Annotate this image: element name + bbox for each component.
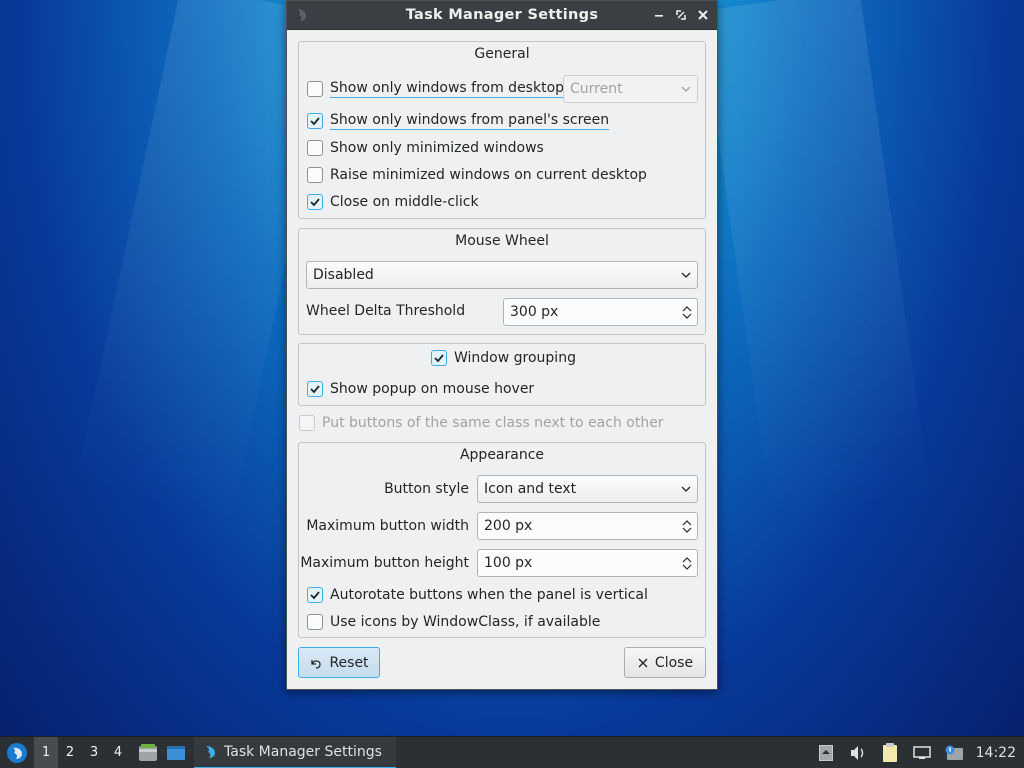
taskbar-task-label: Task Manager Settings	[224, 743, 382, 760]
mouse-wheel-group: Mouse Wheel Disabled Wheel Delta Thresho…	[298, 228, 706, 335]
show-only-minimized-checkbox[interactable]	[307, 140, 323, 156]
close-button[interactable]: Close	[624, 647, 706, 678]
show-desktop-icon	[167, 745, 185, 760]
desktop-switch-2[interactable]: 2	[58, 737, 82, 768]
autorotate-label: Autorotate buttons when the panel is ver…	[330, 587, 648, 603]
undo-icon	[311, 659, 322, 669]
autorotate-option[interactable]: Autorotate buttons when the panel is ver…	[307, 584, 648, 606]
lxqt-app-icon	[293, 7, 309, 23]
close-icon	[638, 658, 648, 667]
raise-minimized-label: Raise minimized windows on current deskt…	[330, 167, 647, 183]
window-grouping-checkbox[interactable]	[431, 350, 447, 366]
chevron-down-icon	[675, 262, 697, 288]
max-width-spinbox[interactable]: 200 px	[477, 512, 698, 540]
same-class-checkbox[interactable]	[299, 415, 315, 431]
main-menu-button[interactable]	[0, 737, 34, 768]
show-only-desktop-checkbox[interactable]	[307, 81, 323, 97]
clock[interactable]: 14:22	[970, 745, 1024, 761]
maximize-icon[interactable]	[673, 7, 689, 23]
autorotate-checkbox[interactable]	[307, 587, 323, 603]
raise-minimized-option[interactable]: Raise minimized windows on current deskt…	[307, 164, 647, 186]
taskbar-task-settings[interactable]: Task Manager Settings	[194, 736, 396, 768]
network-icon[interactable]	[906, 737, 938, 768]
close-button-label: Close	[654, 654, 694, 671]
max-height-spinbox[interactable]: 100 px	[477, 549, 698, 577]
general-group-title: General	[474, 46, 530, 62]
use-icons-checkbox[interactable]	[307, 614, 323, 630]
volume-icon[interactable]	[842, 737, 874, 768]
wheel-delta-threshold-spinbox[interactable]: 300 px	[503, 298, 698, 326]
desktop-switch-3[interactable]: 3	[82, 737, 106, 768]
appearance-group-title: Appearance	[459, 447, 545, 463]
show-only-panel-screen-label: Show only windows from panel's screen	[330, 112, 610, 130]
file-manager-launcher[interactable]	[134, 737, 162, 768]
lxqt-app-icon	[206, 745, 215, 758]
show-only-desktop-option[interactable]: Show only windows from desktop	[307, 78, 565, 100]
button-style-label: Button style	[384, 481, 469, 497]
mouse-wheel-select[interactable]: Disabled	[306, 261, 698, 289]
show-only-panel-screen-option[interactable]: Show only windows from panel's screen	[307, 110, 610, 132]
desktop-switch-1[interactable]: 1	[34, 736, 58, 768]
close-icon[interactable]	[695, 7, 711, 23]
spin-arrows-icon[interactable]	[677, 513, 697, 539]
spin-arrows-icon[interactable]	[677, 299, 697, 325]
file-manager-icon	[139, 743, 157, 761]
max-height-value: 100 px	[484, 555, 533, 571]
show-popup-checkbox[interactable]	[307, 381, 323, 397]
window-grouping-option[interactable]: Window grouping	[431, 347, 576, 369]
max-width-label: Maximum button width	[306, 518, 469, 534]
notification-icon[interactable]	[938, 737, 970, 768]
taskbar: 1 2 3 4 Task Manager Settings 14:22	[0, 736, 1024, 768]
spin-arrows-icon[interactable]	[677, 550, 697, 576]
window-grouping-group: Window grouping Show popup on mouse hove…	[298, 343, 706, 406]
close-middle-click-checkbox[interactable]	[307, 194, 323, 210]
task-manager-settings-window: Task Manager Settings General Show only …	[286, 0, 718, 690]
desktop-switch-4[interactable]: 4	[106, 737, 130, 768]
mouse-wheel-select-value: Disabled	[313, 267, 374, 283]
use-icons-option[interactable]: Use icons by WindowClass, if available	[307, 611, 600, 633]
button-style-value: Icon and text	[484, 481, 577, 497]
show-desktop-launcher[interactable]	[162, 737, 190, 768]
button-style-select[interactable]: Icon and text	[477, 475, 698, 503]
chevron-down-icon	[675, 76, 697, 102]
show-only-desktop-label: Show only windows from desktop	[330, 80, 565, 98]
general-group: General Show only windows from desktop C…	[298, 41, 706, 219]
same-class-option[interactable]: Put buttons of the same class next to ea…	[299, 412, 664, 434]
lxqt-logo-icon	[7, 742, 27, 763]
use-icons-label: Use icons by WindowClass, if available	[330, 614, 601, 630]
tray-arrow-up-icon[interactable]	[810, 737, 842, 768]
minimize-icon[interactable]	[651, 7, 667, 23]
reset-button[interactable]: Reset	[298, 647, 380, 678]
desktop-select-value: Current	[570, 81, 623, 97]
window-titlebar[interactable]: Task Manager Settings	[287, 1, 717, 30]
show-only-minimized-option[interactable]: Show only minimized windows	[307, 137, 544, 159]
show-only-minimized-label: Show only minimized windows	[330, 140, 544, 156]
chevron-down-icon	[675, 476, 697, 502]
same-class-label: Put buttons of the same class next to ea…	[322, 415, 664, 431]
raise-minimized-checkbox[interactable]	[307, 167, 323, 183]
desktop-select[interactable]: Current	[563, 75, 698, 103]
appearance-group: Appearance Button style Icon and text Ma…	[298, 442, 706, 638]
show-popup-label: Show popup on mouse hover	[330, 381, 535, 397]
close-middle-click-label: Close on middle-click	[330, 194, 479, 210]
show-popup-option[interactable]: Show popup on mouse hover	[307, 378, 534, 400]
wheel-delta-threshold-label: Wheel Delta Threshold	[306, 303, 466, 319]
system-tray: 14:22	[810, 737, 1024, 768]
window-grouping-label: Window grouping	[454, 350, 576, 366]
mouse-wheel-group-title: Mouse Wheel	[455, 233, 549, 249]
wheel-delta-threshold-value: 300 px	[510, 304, 559, 320]
max-height-label: Maximum button height	[300, 555, 469, 571]
reset-button-label: Reset	[329, 654, 369, 671]
close-middle-click-option[interactable]: Close on middle-click	[307, 191, 479, 213]
max-width-value: 200 px	[484, 518, 533, 534]
show-only-panel-screen-checkbox[interactable]	[307, 113, 323, 129]
clipboard-icon[interactable]	[874, 737, 906, 768]
